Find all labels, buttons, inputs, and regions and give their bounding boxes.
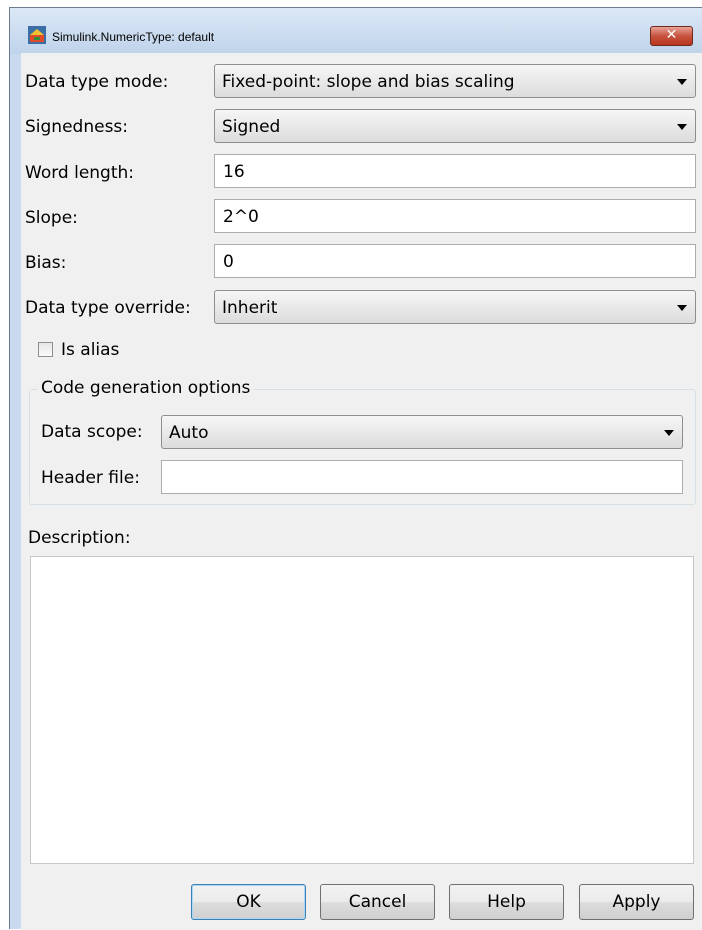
signedness-dropdown[interactable]: Signed bbox=[214, 109, 696, 143]
chevron-down-icon bbox=[677, 124, 687, 130]
is-alias-checkbox[interactable] bbox=[38, 342, 53, 357]
chevron-down-icon bbox=[664, 430, 674, 436]
signedness-label: Signedness: bbox=[25, 117, 129, 137]
slope-value: 2^0 bbox=[223, 207, 259, 227]
description-textarea[interactable] bbox=[30, 556, 694, 864]
chevron-down-icon bbox=[677, 79, 687, 85]
is-alias-label: Is alias bbox=[61, 340, 120, 360]
close-icon: ✕ bbox=[665, 27, 678, 43]
slope-label: Slope: bbox=[25, 208, 78, 228]
signedness-value: Signed bbox=[222, 117, 281, 137]
window-title: Simulink.NumericType: default bbox=[52, 30, 215, 44]
dialog-window: Simulink.NumericType: default ✕ Data typ… bbox=[9, 7, 702, 930]
chevron-down-icon bbox=[677, 305, 687, 311]
data-type-mode-value: Fixed-point: slope and bias scaling bbox=[222, 72, 515, 92]
ok-button[interactable]: OK bbox=[191, 884, 306, 920]
bias-label: Bias: bbox=[25, 253, 67, 273]
header-file-field[interactable] bbox=[161, 460, 683, 494]
title-bar[interactable]: Simulink.NumericType: default ✕ bbox=[10, 8, 702, 54]
bias-value: 0 bbox=[223, 252, 234, 272]
data-scope-label: Data scope: bbox=[41, 422, 143, 442]
code-generation-title: Code generation options bbox=[37, 378, 255, 398]
data-scope-value: Auto bbox=[169, 423, 209, 443]
data-type-override-label: Data type override: bbox=[25, 298, 191, 318]
apply-button[interactable]: Apply bbox=[579, 884, 694, 920]
word-length-field[interactable]: 16 bbox=[214, 154, 696, 188]
data-type-override-value: Inherit bbox=[222, 298, 278, 318]
data-type-mode-label: Data type mode: bbox=[25, 72, 169, 92]
dialog-body: Data type mode: Fixed-point: slope and b… bbox=[21, 53, 702, 930]
slope-field[interactable]: 2^0 bbox=[214, 199, 696, 233]
header-file-label: Header file: bbox=[41, 468, 140, 488]
simulink-icon bbox=[28, 26, 46, 44]
data-scope-dropdown[interactable]: Auto bbox=[161, 415, 683, 449]
word-length-label: Word length: bbox=[25, 163, 135, 183]
data-type-mode-dropdown[interactable]: Fixed-point: slope and bias scaling bbox=[214, 64, 696, 98]
word-length-value: 16 bbox=[223, 162, 245, 182]
help-button[interactable]: Help bbox=[449, 884, 564, 920]
cancel-button[interactable]: Cancel bbox=[320, 884, 435, 920]
data-type-override-dropdown[interactable]: Inherit bbox=[214, 290, 696, 324]
description-label: Description: bbox=[28, 528, 131, 548]
close-button[interactable]: ✕ bbox=[650, 26, 693, 46]
bias-field[interactable]: 0 bbox=[214, 244, 696, 278]
